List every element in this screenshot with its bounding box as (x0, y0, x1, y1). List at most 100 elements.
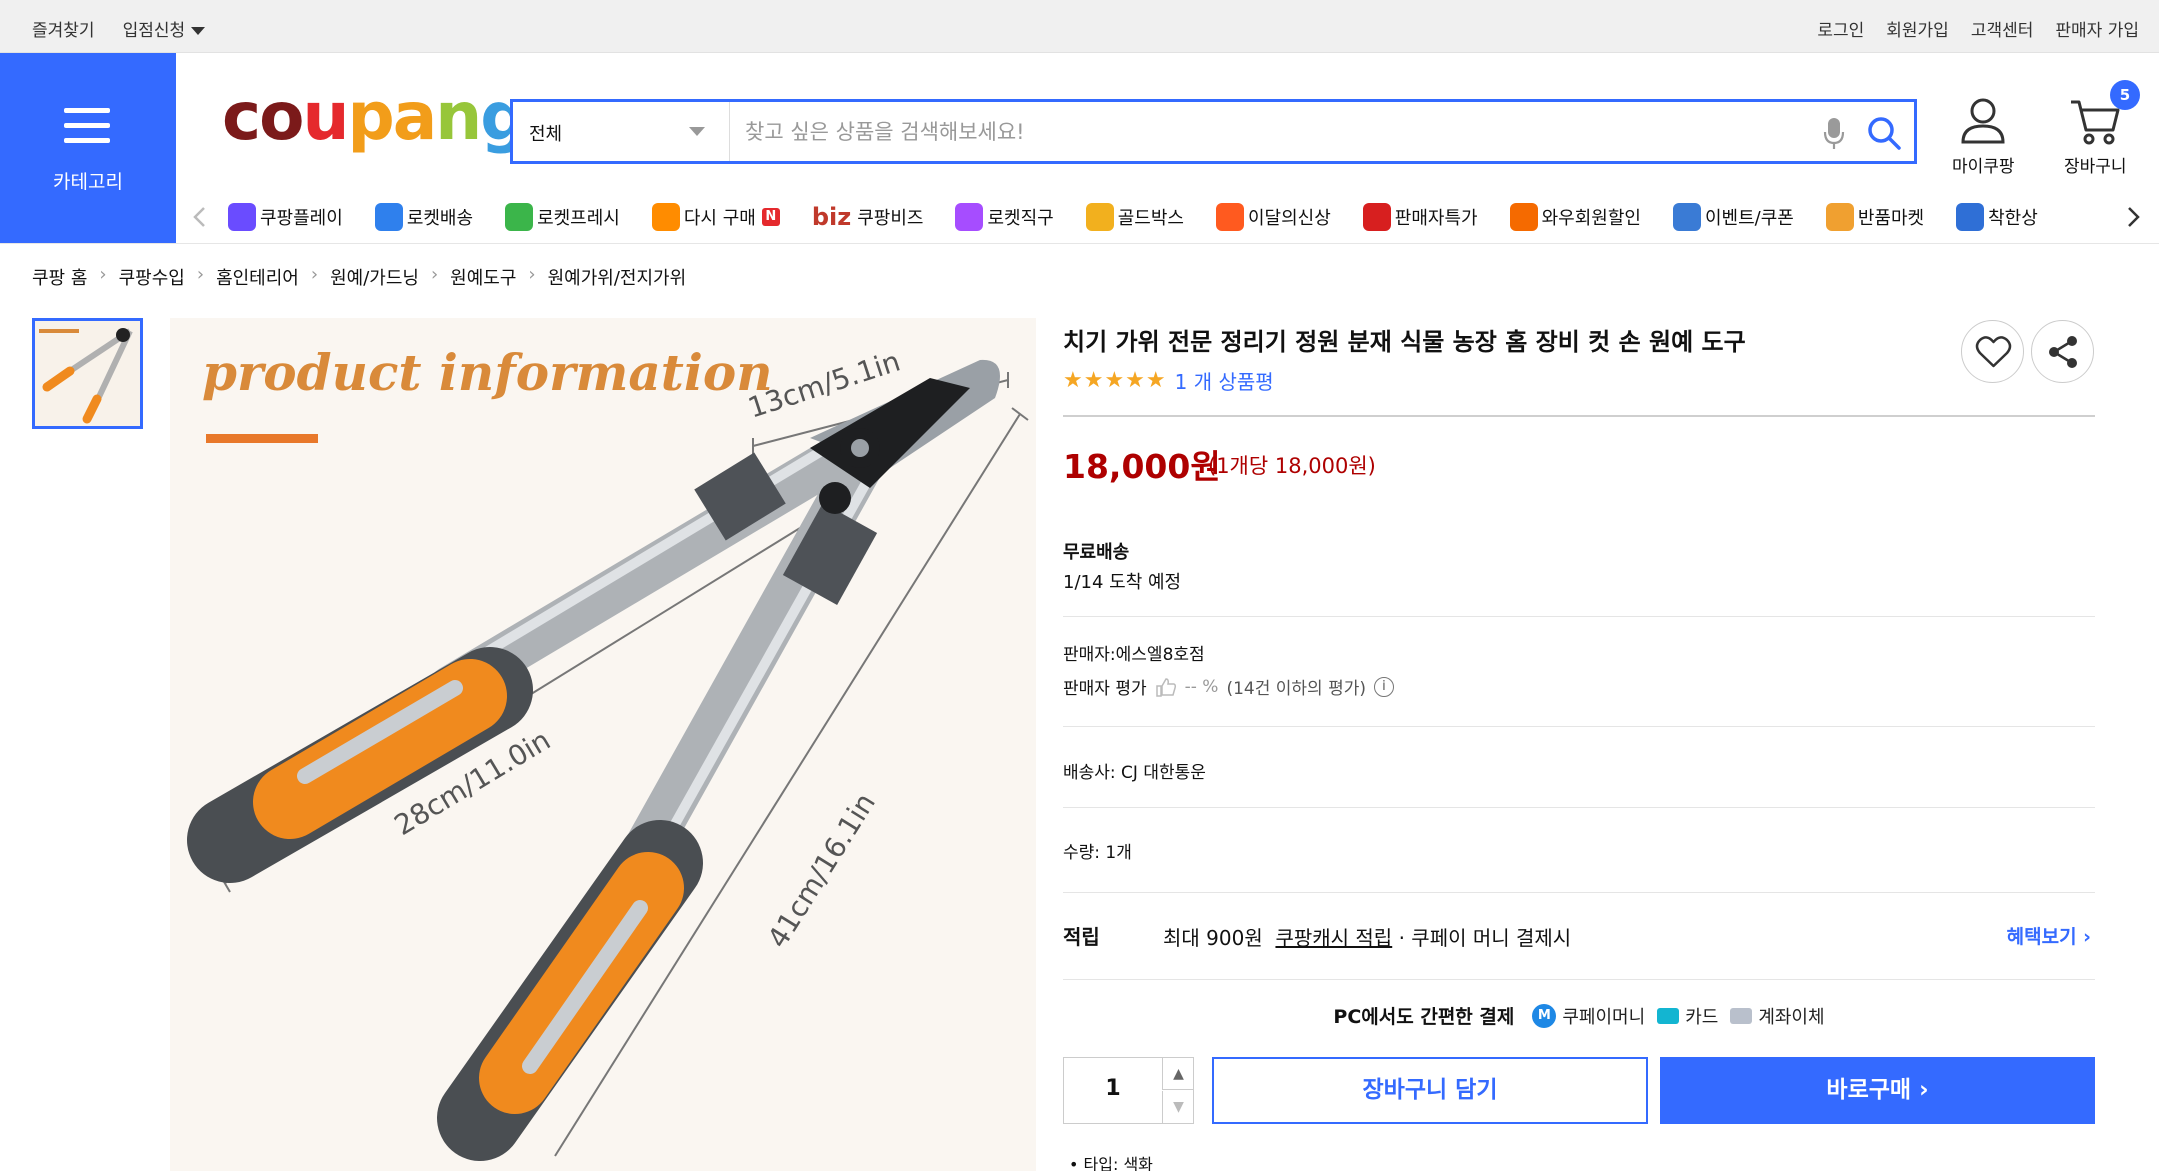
price: 18,000원 (1063, 447, 1221, 486)
search-scope-select[interactable]: 전체 (513, 102, 730, 161)
nav-item[interactable]: 로켓프레시 (505, 203, 620, 231)
share-button[interactable] (2031, 320, 2094, 383)
nav-item-label: 와우회원할인 (1541, 208, 1641, 229)
payment-title: PC에서도 간편한 결제 (1333, 1006, 1515, 1028)
product-thumbnail[interactable] (32, 318, 143, 429)
coupang-cash-link[interactable]: 쿠팡캐시 적립 (1275, 926, 1392, 950)
quantity-info: 수량: 1개 (1063, 843, 1132, 863)
chevron-down-icon (689, 127, 705, 136)
seller-signup-link[interactable]: 판매자 가입 (2055, 16, 2139, 41)
nav-item[interactable]: 판매자특가 (1362, 203, 1478, 231)
breadcrumb-separator-icon: › (430, 264, 439, 285)
buy-now-button[interactable]: 바로구매 › (1660, 1057, 2095, 1124)
nav-item-label: 이달의신상 (1247, 208, 1331, 229)
payment-coupay-money: M 쿠페이머니 (1532, 1003, 1645, 1029)
logo-letter: p (347, 78, 394, 155)
nav-item[interactable]: 와우회원할인 (1509, 203, 1641, 231)
goldbox-icon (1085, 203, 1114, 231)
apply-link[interactable]: 입점신청 (123, 16, 206, 41)
chevron-left-icon[interactable] (188, 205, 212, 229)
breadcrumb-item[interactable]: 쿠팡 홈 (32, 264, 87, 290)
thumbs-up-icon (1155, 677, 1176, 697)
heart-icon (1975, 336, 2012, 368)
nav-item[interactable]: biz 쿠팡비즈 (812, 203, 924, 231)
review-count-link[interactable]: 1 개 상품평 (1175, 366, 1274, 395)
nav-item[interactable]: 반품마켓 (1825, 203, 1924, 231)
nav-item[interactable]: 이벤트/쿠폰 (1672, 203, 1794, 231)
bookmark-link[interactable]: 즐겨찾기 (32, 16, 95, 41)
divider (1063, 807, 2095, 808)
thumbnail-image (35, 321, 140, 426)
breadcrumb-item[interactable]: 원예도구 (450, 264, 516, 290)
chevron-right-icon[interactable] (2121, 205, 2145, 229)
nav-item-label: 다시 구매 (683, 208, 756, 229)
coupang-logo[interactable]: coupang (222, 84, 528, 150)
info-icon[interactable]: i (1373, 676, 1394, 697)
nav-item-label: 골드박스 (1117, 208, 1184, 229)
microphone-icon[interactable] (1823, 116, 1845, 150)
reward-desc: 최대 900원 쿠팡캐시 적립 · 쿠페이 머니 결제시 (1163, 922, 1571, 951)
wishlist-button[interactable] (1961, 320, 2024, 383)
cart-count-badge: 5 (2110, 80, 2140, 110)
payment-card: 카드 (1657, 1003, 1718, 1029)
shipping-title: 무료배송 (1063, 542, 1130, 563)
add-to-cart-button[interactable]: 장바구니 담기 (1212, 1057, 1648, 1124)
new-badge: N (761, 208, 780, 226)
quantity-decrease-button[interactable]: ▼ (1162, 1091, 1194, 1123)
unit-price: (1개당 18,000원) (1208, 454, 1376, 478)
product-option: • 타입: 색화 (1069, 1151, 1153, 1171)
my-coupang-button[interactable]: 마이쿠팡 (1952, 96, 2015, 177)
top-utility-bar: 즐겨찾기 입점신청 로그인 회원가입 고객센터 판매자 가입 (0, 0, 2159, 53)
signup-link[interactable]: 회원가입 (1886, 16, 1949, 41)
breadcrumb-item[interactable]: 원예/가드닝 (330, 264, 419, 290)
cart-label: 장바구니 (2064, 157, 2127, 177)
quantity-increase-button[interactable]: ▲ (1162, 1058, 1194, 1090)
reward-title: 적립 (1063, 925, 1100, 949)
new-icon (1215, 203, 1244, 231)
nav-item-label: 착한상 (1988, 208, 2038, 229)
bank-transfer-icon (1730, 1007, 1753, 1024)
login-link[interactable]: 로그인 (1817, 16, 1864, 41)
nav-item[interactable]: 로켓직구 (955, 203, 1054, 231)
caret-down-icon (191, 27, 206, 35)
breadcrumb-separator-icon: › (528, 264, 536, 285)
search-input[interactable] (745, 112, 1785, 152)
breadcrumb-item[interactable]: 쿠팡수입 (119, 264, 185, 290)
nav-item-label: 이벤트/쿠폰 (1704, 208, 1794, 229)
nav-item[interactable]: 로켓배송 (374, 203, 473, 231)
nav-item[interactable]: 쿠팡플레이 (228, 203, 343, 231)
breadcrumb-separator-icon: › (310, 264, 319, 285)
payment-bank-label: 계좌이체 (1758, 1006, 1825, 1028)
star-rating-icon: ★★★★★ (1063, 368, 1167, 393)
breadcrumb-item[interactable]: 홈인테리어 (216, 264, 299, 290)
search-icon[interactable] (1865, 114, 1903, 152)
apply-label: 입점신청 (122, 21, 186, 41)
nav-item[interactable]: 착한상 (1956, 203, 2038, 231)
benefit-link[interactable]: 혜택보기 › (2007, 922, 2091, 949)
biz-icon: biz (811, 203, 852, 231)
payment-bank: 계좌이체 (1730, 1003, 1825, 1029)
product-main-image: product information 13cm/5.1in 28cm/11.0… (170, 318, 1036, 1171)
quantity-input[interactable]: 1 (1064, 1076, 1162, 1101)
nav-item[interactable]: 다시 구매 N (651, 203, 780, 231)
rating-row: ★★★★★ 1 개 상품평 (1063, 366, 1274, 395)
divider (1063, 892, 2095, 893)
rocket-global-icon (955, 203, 984, 231)
nav-item[interactable]: 이달의신상 (1215, 203, 1331, 231)
play-icon (228, 203, 256, 231)
nav-item-label: 로켓프레시 (537, 208, 620, 229)
support-link[interactable]: 고객센터 (1971, 16, 2034, 41)
breadcrumb-item[interactable]: 원예가위/전지가위 (548, 264, 687, 290)
reward-prefix: 최대 900원 (1163, 926, 1263, 950)
coupay-money-icon: M (1532, 1003, 1557, 1028)
logo-letter: o (259, 78, 304, 155)
seller-rating-note: (14건 이하의 평가) (1226, 679, 1366, 699)
store-icon (1956, 203, 1985, 231)
category-button[interactable]: 카테고리 (0, 53, 176, 243)
logo-letter: a (392, 78, 438, 155)
nav-item[interactable]: 골드박스 (1085, 203, 1184, 231)
card-icon (1657, 1007, 1680, 1024)
share-icon (2049, 336, 2077, 368)
divider (1063, 726, 2095, 727)
percent-icon (1362, 203, 1391, 231)
